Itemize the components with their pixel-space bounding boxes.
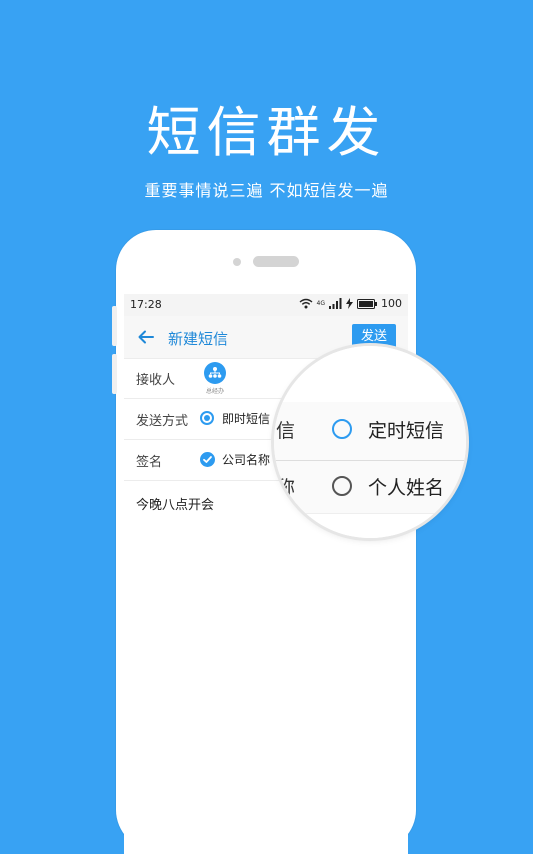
page-title: 新建短信 [168, 330, 229, 348]
send-mode-option-scheduled[interactable]: 定时短信 [368, 416, 444, 443]
recipient-chip-name: 总经办 [205, 388, 224, 395]
magnifier-row-personal: 称 个人姓名 [274, 461, 466, 513]
radio-unselected-icon[interactable] [332, 476, 352, 496]
recipient-label: 接收人 [136, 373, 176, 388]
phone-mockup: 17:28 4G 100 新建短信 发送 接收人 总经办 发送方式 即时短信 签… [112, 230, 416, 854]
volume-down-button [112, 354, 117, 394]
status-bar: 17:28 4G 100 [124, 294, 408, 316]
back-arrow-icon[interactable] [136, 327, 156, 347]
recipient-chip[interactable]: 总经办 [202, 362, 228, 395]
signature-option-personal[interactable]: 个人姓名 [368, 473, 444, 500]
battery-level: 100 [381, 297, 402, 310]
org-icon [204, 362, 226, 384]
send-mode-option-instant[interactable]: 即时短信 [222, 410, 270, 427]
status-time: 17:28 [130, 298, 162, 311]
magnifier-row-scheduled: 信 定时短信 [274, 402, 466, 461]
message-body[interactable]: 今晚八点开会 [136, 494, 214, 513]
hero-subtitle: 重要事情说三遍 不如短信发一遍 [144, 181, 389, 200]
magnifier-bottom-area [274, 513, 466, 538]
magnifier-label-fragment: 信 [276, 420, 296, 442]
magnifier-top-area [274, 346, 466, 402]
charging-icon [346, 298, 353, 309]
magnifier-zoom: 信 定时短信 称 个人姓名 [274, 346, 466, 538]
camera-icon [233, 258, 241, 266]
send-mode-label: 发送方式 [136, 414, 189, 429]
radio-selected-icon[interactable] [200, 411, 214, 425]
battery-icon [357, 298, 377, 309]
radio-unselected-icon[interactable] [332, 419, 352, 439]
signature-option-company[interactable]: 公司名称 [222, 451, 270, 468]
status-indicators: 4G 100 [299, 297, 402, 310]
hero-title: 短信群发 [146, 101, 387, 164]
signature-label: 签名 [136, 455, 163, 470]
network-type: 4G [316, 300, 325, 307]
volume-up-button [112, 306, 117, 346]
wifi-icon [299, 298, 312, 309]
signal-icon [329, 298, 342, 309]
magnifier-label-fragment: 称 [276, 477, 296, 499]
checkmark-icon[interactable] [200, 452, 215, 467]
speaker-grille [253, 256, 299, 267]
